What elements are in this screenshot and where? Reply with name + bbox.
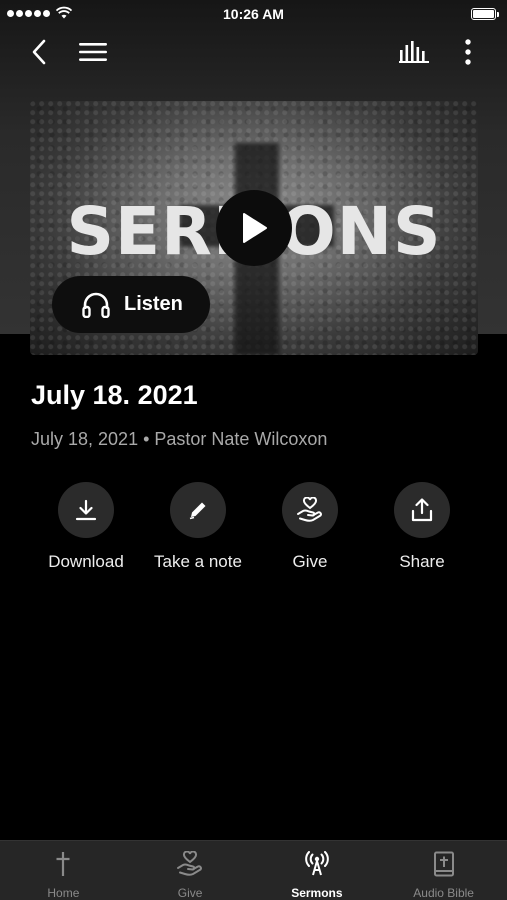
- listen-label: Listen: [124, 293, 183, 315]
- status-bar: 10:26 AM: [0, 0, 507, 28]
- tab-audio-bible[interactable]: Audio Bible: [380, 841, 507, 900]
- download-button[interactable]: Download: [30, 482, 142, 577]
- menu-button[interactable]: [76, 36, 110, 68]
- pencil-icon: [189, 502, 206, 520]
- sermon-title: July 18. 2021: [31, 380, 198, 410]
- battery-icon: [471, 8, 499, 20]
- broadcast-icon: [305, 851, 329, 876]
- tab-give[interactable]: Give: [127, 841, 254, 900]
- take-a-note-button[interactable]: Take a note: [142, 482, 254, 577]
- chevron-left-icon: [32, 39, 46, 65]
- take-a-note-label: Take a note: [154, 552, 242, 571]
- tab-audio-bible-label: Audio Bible: [413, 886, 474, 900]
- cross-icon: [56, 852, 70, 876]
- share-icon: [411, 498, 433, 522]
- bible-icon: [433, 851, 454, 877]
- play-icon: [243, 213, 267, 243]
- sermon-artwork: SERMONS Listen: [30, 101, 478, 355]
- download-icon: [75, 499, 97, 521]
- sermon-detail-screen: 10:26 AM Listen July 18. 2021 July 18, 2…: [0, 0, 507, 900]
- headphones-icon: [82, 292, 110, 318]
- tab-home[interactable]: Home: [0, 841, 127, 900]
- tab-give-label: Give: [177, 886, 203, 900]
- action-row: Download Take a note Give Share: [0, 482, 507, 582]
- play-button[interactable]: [216, 190, 292, 266]
- tab-sermons-label: Sermons: [291, 886, 343, 900]
- share-button[interactable]: Share: [366, 482, 478, 577]
- more-options-button[interactable]: [456, 36, 480, 68]
- more-vertical-icon: [465, 39, 471, 65]
- give-hand-heart-icon: [177, 851, 203, 876]
- share-label: Share: [399, 552, 445, 571]
- give-button[interactable]: Give: [254, 482, 366, 577]
- tab-home-label: Home: [47, 886, 80, 900]
- status-time: 10:26 AM: [223, 6, 284, 22]
- hamburger-icon: [79, 43, 107, 61]
- download-label: Download: [48, 552, 124, 571]
- give-hand-heart-icon: [297, 497, 322, 522]
- tab-bar: Home Give Sermons Audio Bible: [0, 840, 507, 900]
- signal-icon: [7, 10, 50, 17]
- sermon-meta: July 18, 2021 • Pastor Nate Wilcoxon: [31, 429, 328, 449]
- listen-button[interactable]: Listen: [52, 276, 210, 333]
- tab-sermons[interactable]: Sermons: [254, 841, 381, 900]
- wifi-icon: [56, 6, 72, 19]
- back-button[interactable]: [24, 36, 54, 68]
- give-label: Give: [292, 552, 328, 571]
- audio-bars-icon: [399, 41, 429, 63]
- audio-player-button[interactable]: [396, 36, 432, 68]
